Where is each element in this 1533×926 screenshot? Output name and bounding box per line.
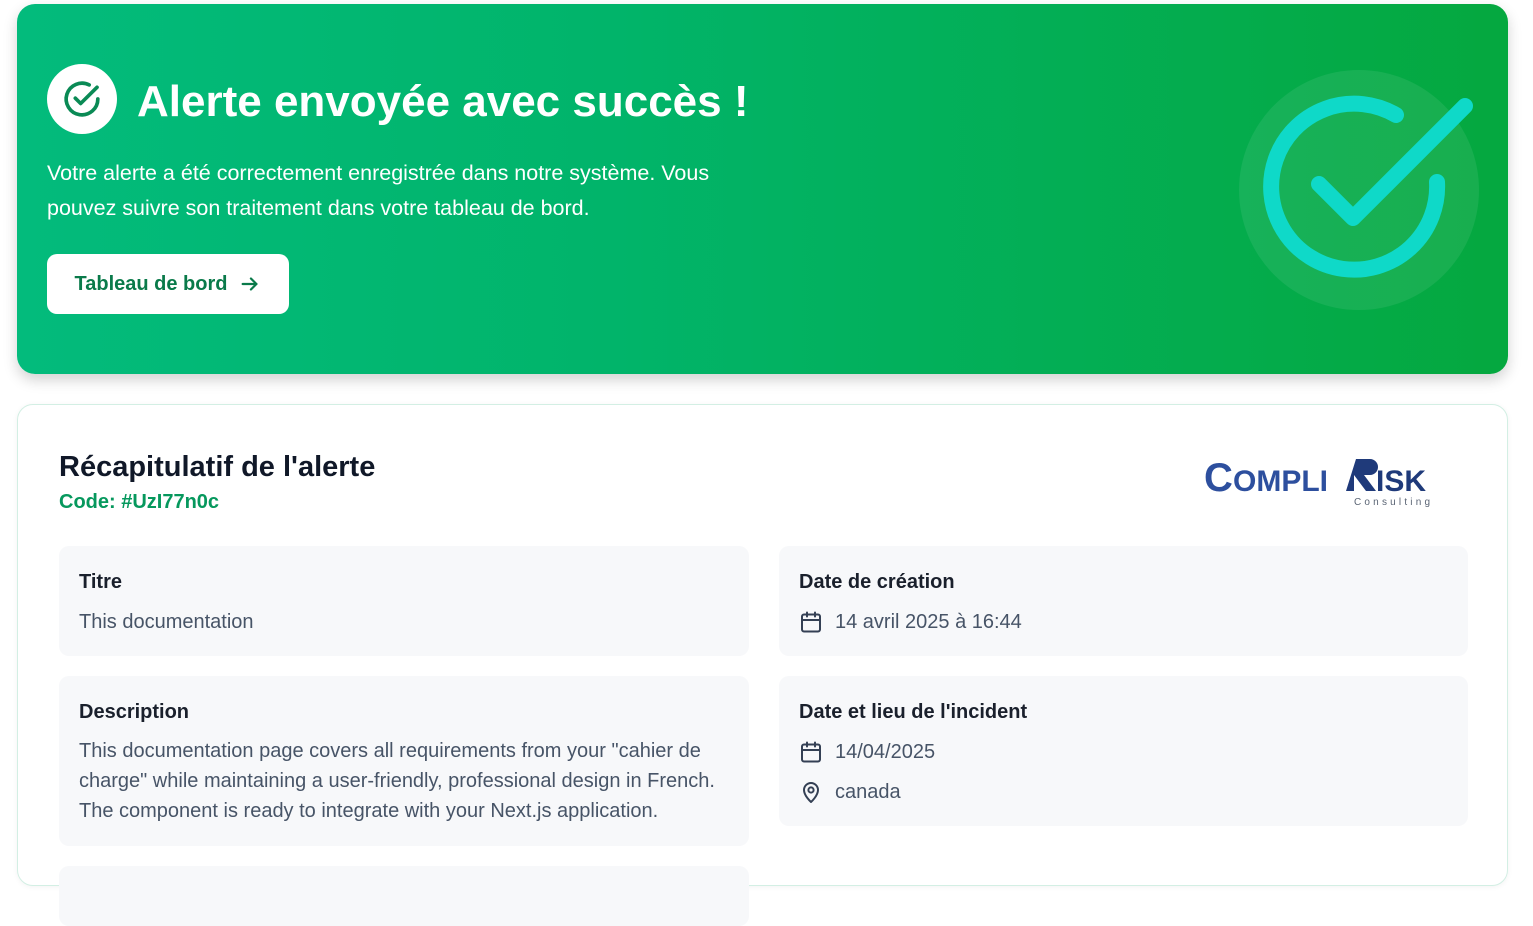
description-field: Description This documentation page cove… (59, 676, 749, 846)
arrow-right-icon (242, 277, 259, 291)
creation-date-field: Date de création 14 avril 2025 à 16:44 (779, 546, 1468, 656)
success-banner: Alerte envoyée avec succès ! Votre alert… (17, 4, 1508, 374)
dashboard-button[interactable]: Tableau de bord (47, 254, 289, 314)
creation-date-row: 14 avril 2025 à 16:44 (799, 608, 1022, 636)
map-pin-icon (803, 782, 819, 803)
calendar-icon (801, 741, 821, 763)
incident-date-row: 14/04/2025 (799, 738, 935, 766)
dashboard-button-label: Tableau de bord (74, 272, 228, 295)
incident-location-row: canada (799, 778, 901, 806)
success-message: Votre alerte a été correctement enregist… (47, 161, 710, 220)
complirisk-logo: C OMPLI ISK Consulting (1204, 456, 1433, 508)
incident-field: Date et lieu de l'incident 14/04/2025 ca… (779, 676, 1468, 826)
title-field: Titre This documentation (59, 546, 749, 656)
incident-label: Date et lieu de l'incident (799, 701, 1028, 723)
logo-ompli-text: OMPLI (1233, 465, 1328, 498)
logo-r-mark (1346, 459, 1378, 491)
alert-code: Code: #UzI77n0c (59, 491, 220, 513)
logo-isk-text: ISK (1376, 465, 1426, 498)
description-label: Description (79, 701, 190, 723)
success-title: Alerte envoyée avec succès ! (137, 77, 749, 126)
alert-summary-card: Récapitulatif de l'alerte Code: #UzI77n0… (17, 404, 1508, 926)
incident-date-value: 14/04/2025 (835, 741, 936, 763)
incident-location-value: canada (835, 781, 901, 803)
large-check-circle-icon (1263, 95, 1473, 278)
calendar-icon (801, 611, 821, 633)
logo-consulting-text: Consulting (1354, 497, 1433, 508)
success-badge (47, 64, 117, 134)
creation-date-label: Date de création (799, 571, 955, 593)
check-circle-icon (64, 81, 100, 117)
title-field-label: Titre (79, 571, 122, 593)
summary-title: Récapitulatif de l'alerte (59, 451, 376, 483)
description-value: This documentation page covers all requi… (79, 740, 715, 822)
next-field-partial (59, 866, 749, 926)
title-field-value: This documentation (79, 611, 254, 633)
logo-c-letter: C (1204, 456, 1233, 500)
creation-date-value: 14 avril 2025 à 16:44 (835, 611, 1022, 633)
